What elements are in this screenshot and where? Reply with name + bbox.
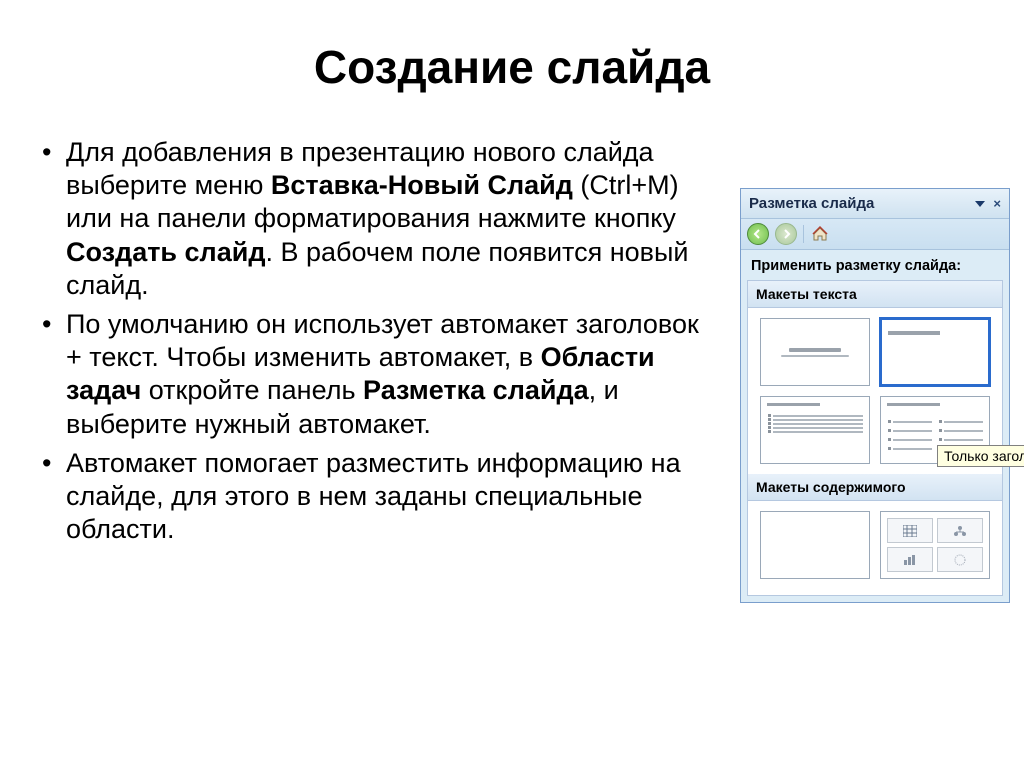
chart-icon [887,547,933,572]
clip-icon [937,547,983,572]
layout-title-text[interactable] [760,396,870,464]
slide-title: Создание слайда [0,40,1024,94]
close-icon[interactable]: × [993,196,1001,211]
section-text-layouts: Макеты текста [748,281,1002,308]
taskpane-header: Разметка слайда × [741,189,1009,219]
home-icon[interactable] [810,224,830,244]
layout-blank[interactable] [760,511,870,579]
layout-content[interactable] [880,511,990,579]
taskpane-screenshot: Разметка слайда × Применить разметку с [740,188,1024,708]
layout-title-slide[interactable] [760,318,870,386]
apply-layout-label: Применить разметку слайда: [741,250,1009,280]
tooltip: Только заголо [937,445,1024,467]
dropdown-icon[interactable] [975,201,985,207]
forward-icon [775,223,797,245]
taskpane-title: Разметка слайда [749,195,874,212]
layout-title-only[interactable] [880,318,990,386]
org-chart-icon [937,518,983,543]
bullet-2: По умолчанию он использует автомакет заг… [36,308,720,441]
bullet-1: Для добавления в презентацию нового слай… [36,136,720,302]
bullet-3: Автомакет помогает разместить информацию… [36,447,720,547]
back-icon[interactable] [747,223,769,245]
body-text: Для добавления в презентацию нового слай… [0,136,720,552]
taskpane-nav [741,219,1009,250]
section-content-layouts: Макеты содержимого [748,474,1002,501]
table-icon [887,518,933,543]
